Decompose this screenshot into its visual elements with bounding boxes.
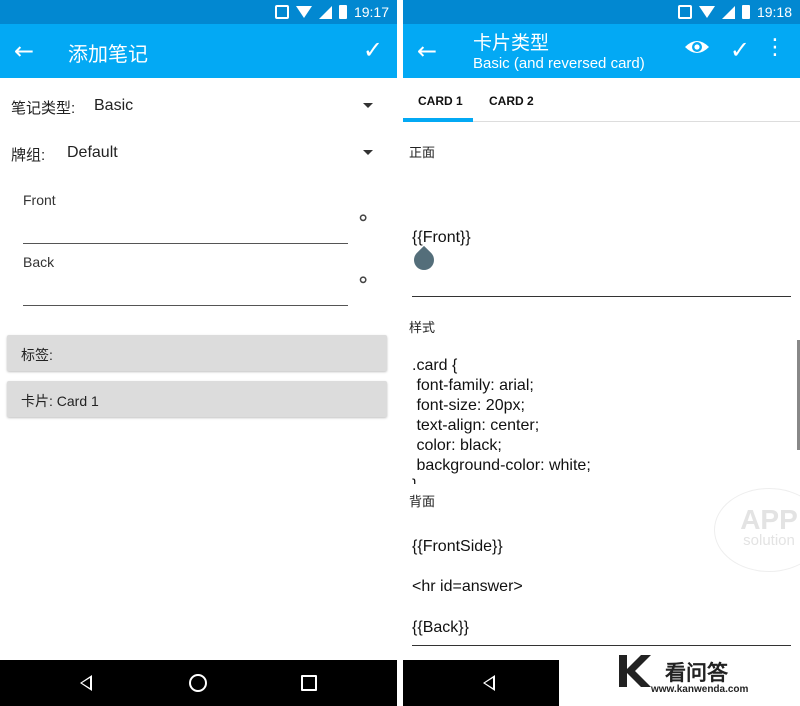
nav-back-icon[interactable]: [80, 675, 92, 691]
signal-icon: [721, 5, 735, 19]
nav-bar: [0, 660, 397, 706]
battery-icon: [338, 5, 347, 19]
brand-name: 看问答: [665, 661, 728, 685]
app-solution-watermark: APP solution: [714, 488, 800, 572]
back-template-underline: [412, 645, 791, 646]
back-template-line[interactable]: <hr id=answer>: [412, 577, 523, 597]
save-check-icon[interactable]: ✓: [730, 36, 750, 64]
text-cursor-handle[interactable]: [409, 245, 439, 275]
kanwenda-watermark-logo: 看问答 www.kanwenda.com: [559, 647, 800, 706]
save-check-icon[interactable]: ✓: [363, 36, 383, 64]
back-field-label: Back: [23, 254, 55, 270]
page-title: 添加笔记: [68, 44, 148, 66]
cards-button[interactable]: 卡片: Card 1: [7, 381, 387, 417]
back-template-line[interactable]: {{FrontSide}}: [412, 537, 503, 557]
nav-recents-icon[interactable]: [301, 675, 317, 691]
tab-card-1[interactable]: CARD 1: [418, 94, 463, 108]
vibrate-icon: [274, 5, 289, 19]
nav-back-icon[interactable]: [483, 675, 495, 691]
styling-editor[interactable]: .card { font-family: arial; font-size: 2…: [412, 356, 591, 484]
vibrate-icon: [677, 5, 692, 19]
front-template-editor[interactable]: {{Front}}: [412, 228, 471, 248]
status-bar: 19:18: [403, 0, 800, 24]
card-types-screen: 19:18 ← 卡片类型 Basic (and reversed card) ✓…: [403, 0, 800, 706]
app-bar: ← 卡片类型 Basic (and reversed card) ✓ ⋮: [403, 24, 800, 78]
status-time: 19:18: [756, 4, 792, 20]
deck-label: 牌组:: [11, 147, 46, 164]
active-tab-indicator: [403, 118, 473, 122]
wifi-icon: [295, 6, 312, 18]
signal-icon: [318, 5, 332, 19]
wifi-icon: [698, 6, 715, 18]
note-type-dropdown-icon[interactable]: [363, 103, 373, 108]
add-note-screen: 19:17 ← 添加笔记 ✓ 笔记类型: Basic 牌组: Default F…: [0, 0, 397, 706]
deck-dropdown-icon[interactable]: [363, 150, 373, 155]
attach-paperclip-icon[interactable]: ⚬: [349, 266, 378, 295]
app-bar: ← 添加笔记 ✓: [0, 24, 397, 78]
preview-eye-icon[interactable]: [684, 38, 710, 56]
front-field-label: Front: [23, 192, 56, 208]
front-field-input[interactable]: [23, 243, 348, 244]
styling-editor-viewport: .card { font-family: arial; font-size: 2…: [403, 354, 800, 484]
note-type-label: 笔记类型:: [11, 100, 76, 117]
deck-select[interactable]: Default: [67, 144, 118, 162]
status-bar: 19:17: [0, 0, 397, 24]
note-type-select[interactable]: Basic: [94, 97, 133, 115]
page-subtitle: Basic (and reversed card): [473, 55, 645, 72]
back-template-label: 背面: [409, 495, 436, 510]
front-template-label: 正面: [409, 146, 436, 161]
back-field-input[interactable]: [23, 305, 348, 306]
front-template-underline: [412, 296, 791, 297]
k-logo-icon: [619, 655, 651, 687]
nav-home-icon[interactable]: [189, 674, 207, 692]
back-arrow-icon[interactable]: ←: [417, 37, 437, 65]
status-time: 19:17: [353, 4, 389, 20]
back-template-line[interactable]: {{Back}}: [412, 618, 469, 638]
page-title: 卡片类型: [473, 33, 550, 54]
styling-label: 样式: [409, 321, 436, 336]
tab-card-2[interactable]: CARD 2: [489, 94, 534, 108]
tags-button[interactable]: 标签:: [7, 335, 387, 371]
card-tabs: CARD 1 CARD 2: [403, 78, 800, 122]
brand-url: www.kanwenda.com: [651, 684, 749, 695]
back-arrow-icon[interactable]: ←: [14, 37, 34, 65]
attach-paperclip-icon[interactable]: ⚬: [349, 204, 378, 233]
more-options-icon[interactable]: ⋮: [764, 37, 786, 59]
battery-icon: [741, 5, 750, 19]
